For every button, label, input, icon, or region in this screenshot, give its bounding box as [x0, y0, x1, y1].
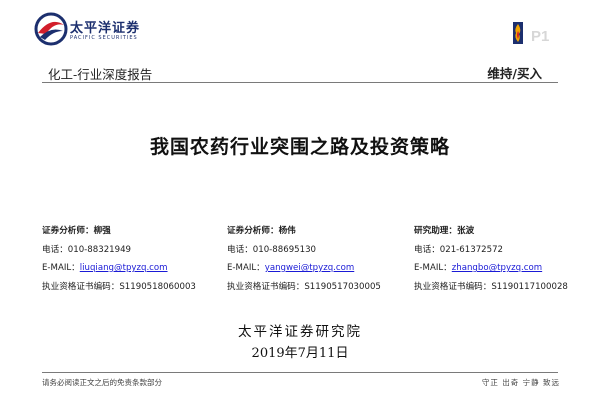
- analyst-cert: 执业资格证书编码：S1190518060003: [42, 281, 196, 292]
- analyst-block-3: 研究助理：张波 电话：021-61372572 E-MAIL：zhangbo@t…: [414, 222, 568, 296]
- analyst-phone: 电话：010-88695130: [227, 244, 317, 255]
- company-logo: 太平洋证券 PACIFIC SECURITIES: [34, 12, 164, 46]
- disclaimer-note: 请务必阅读正文之后的免责条款部分: [42, 378, 162, 387]
- analyst-email-row: E-MAIL：zhangbo@tpyzq.com: [414, 259, 568, 278]
- header-divider: [42, 82, 558, 83]
- company-motto: 守正 出奇 宁静 致远: [481, 378, 560, 387]
- analyst-email-row: E-MAIL：liuqiang@tpyzq.com: [42, 259, 196, 278]
- analyst-name: 研究助理：张波: [414, 226, 475, 236]
- analyst-block-2: 证券分析师：杨伟 电话：010-88695130 E-MAIL：yangwei@…: [227, 222, 381, 296]
- report-title: 我国农药行业突围之路及投资策略: [149, 136, 450, 158]
- analyst-name: 证券分析师：柳强: [42, 226, 111, 236]
- email-label: E-MAIL：: [227, 263, 265, 273]
- analyst-email-row: E-MAIL：yangwei@tpyzq.com: [227, 259, 381, 278]
- analyst-email-link[interactable]: zhangbo@tpyzq.com: [452, 263, 542, 273]
- page-number: P1: [531, 28, 550, 45]
- analyst-name: 证券分析师：杨伟: [227, 226, 296, 236]
- report-date: 2019年7月11日: [251, 346, 349, 361]
- rating: 维持/买入: [487, 66, 542, 81]
- analyst-block-1: 证券分析师：柳强 电话：010-88321949 E-MAIL：liuqiang…: [42, 222, 196, 296]
- pacific-securities-logo-icon: [34, 12, 68, 46]
- institute-name: 太平洋证券研究院: [238, 324, 362, 340]
- analyst-phone: 电话：010-88321949: [42, 244, 132, 255]
- email-label: E-MAIL：: [414, 263, 452, 273]
- analyst-cert: 执业资格证书编码：S1190117100028: [414, 281, 568, 292]
- analyst-email-link[interactable]: liuqiang@tpyzq.com: [80, 263, 168, 273]
- logo-text-cn: 太平洋证券: [70, 21, 141, 36]
- analyst-cert: 执业资格证书编码：S1190517030005: [227, 281, 381, 292]
- analyst-email-link[interactable]: yangwei@tpyzq.com: [265, 263, 355, 273]
- email-label: E-MAIL：: [42, 263, 80, 273]
- footer-divider: [42, 372, 558, 373]
- report-type: 化工-行业深度报告: [48, 67, 153, 82]
- flame-badge-icon: [513, 22, 523, 44]
- analyst-phone: 电话：021-61372572: [414, 244, 504, 255]
- logo-text-en: PACIFIC SECURITIES: [70, 35, 138, 41]
